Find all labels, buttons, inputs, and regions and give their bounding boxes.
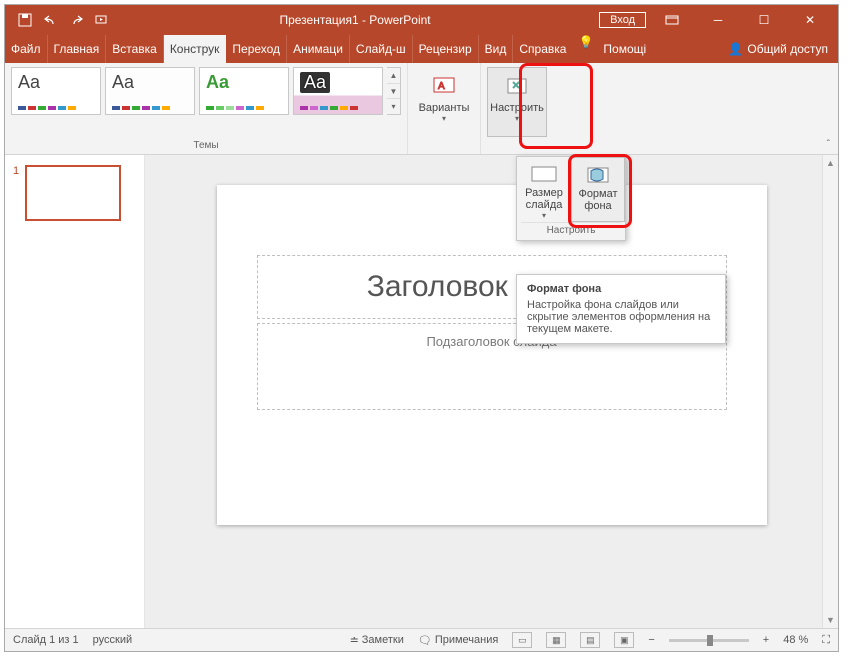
ribbon-tabs: Файл Главная Вставка Конструк Переход Ан… [5, 35, 838, 63]
slide-size-icon [529, 163, 559, 185]
variants-button[interactable]: A Варианты ▾ [414, 67, 474, 137]
tab-review[interactable]: Рецензир [413, 35, 479, 63]
customize-label: Настроить [490, 102, 544, 114]
zoom-slider[interactable] [669, 639, 749, 642]
tell-me-input[interactable]: Помощі [597, 35, 652, 63]
themes-group-label: Темы [193, 140, 218, 151]
theme-item[interactable]: Aa [199, 67, 289, 115]
notes-label: Заметки [362, 634, 404, 646]
title-bar: Презентация1 - PowerPoint Вход ─ ☐ ✕ [5, 5, 838, 35]
tab-design[interactable]: Конструк [164, 35, 227, 63]
slide-thumbnails-pane: 1 [5, 155, 145, 628]
chevron-down-icon: ▾ [515, 114, 519, 123]
language-indicator[interactable]: русский [93, 634, 132, 646]
customize-dropdown: Размер слайда ▾ Формат фона Настроить [516, 156, 626, 241]
share-label: Общий доступ [747, 42, 828, 56]
tab-home[interactable]: Главная [48, 35, 107, 63]
collapse-ribbon-icon[interactable]: ˆ [827, 139, 830, 150]
slide-number: 1 [13, 165, 19, 221]
share-button[interactable]: 👤 Общий доступ [728, 35, 838, 63]
theme-item[interactable]: Aa [11, 67, 101, 115]
tab-slideshow[interactable]: Слайд-ш [350, 35, 413, 63]
zoom-in-button[interactable]: + [763, 634, 769, 646]
tooltip-body: Настройка фона слайдов или скрытие элеме… [527, 299, 715, 335]
chevron-down-icon: ▾ [542, 211, 546, 220]
dropdown-group-label: Настроить [521, 222, 621, 240]
slide-size-label: Размер слайда [519, 187, 569, 211]
minimize-icon[interactable]: ─ [698, 5, 738, 35]
tooltip-title: Формат фона [527, 283, 715, 295]
slide-counter: Слайд 1 из 1 [13, 634, 79, 646]
save-icon[interactable] [17, 12, 33, 28]
zoom-percentage[interactable]: 48 % [783, 634, 808, 646]
status-bar: Слайд 1 из 1 русский ≐Заметки 🗨Примечани… [5, 628, 838, 651]
format-background-label: Формат фона [574, 188, 622, 212]
sorter-view-icon[interactable]: ▦ [546, 632, 566, 648]
tab-view[interactable]: Вид [479, 35, 514, 63]
tab-help[interactable]: Справка [513, 35, 572, 63]
maximize-icon[interactable]: ☐ [744, 5, 784, 35]
slideshow-view-icon[interactable]: ▣ [614, 632, 634, 648]
tab-animations[interactable]: Анимаци [287, 35, 350, 63]
slide-canvas-area: Заголовок слайда Подзаголовок слайда ▲▼ [145, 155, 838, 628]
window-title: Презентация1 - PowerPoint [111, 13, 599, 27]
vertical-scrollbar[interactable]: ▲▼ [822, 155, 838, 628]
customize-button[interactable]: Настроить ▾ [487, 67, 547, 137]
undo-icon[interactable] [43, 12, 59, 28]
tab-insert[interactable]: Вставка [106, 35, 164, 63]
theme-item[interactable]: Aa [293, 67, 383, 115]
comments-icon: 🗨 [418, 634, 432, 647]
customize-group: Настроить ▾ [481, 63, 553, 154]
themes-group: Aa Aa Aa Aa ▲▼▾ Темы [5, 63, 408, 154]
variants-icon: A [430, 74, 458, 98]
slide-size-button[interactable]: Размер слайда ▾ [517, 157, 571, 222]
comments-button[interactable]: 🗨Примечания [418, 634, 498, 647]
notes-icon: ≐ [350, 634, 359, 647]
variants-group: A Варианты ▾ [408, 63, 481, 154]
tab-file[interactable]: Файл [5, 35, 48, 63]
customize-icon [503, 74, 531, 98]
ribbon-display-options-icon[interactable] [652, 5, 692, 35]
slide-canvas[interactable]: Заголовок слайда Подзаголовок слайда [217, 185, 767, 525]
reading-view-icon[interactable]: ▤ [580, 632, 600, 648]
svg-text:A: A [438, 81, 445, 92]
comments-label: Примечания [435, 634, 499, 646]
format-background-icon [583, 164, 613, 186]
tooltip: Формат фона Настройка фона слайдов или с… [516, 274, 726, 344]
sign-in-button[interactable]: Вход [599, 12, 646, 28]
variants-label: Варианты [419, 102, 470, 114]
format-background-button[interactable]: Формат фона [571, 157, 625, 222]
close-icon[interactable]: ✕ [790, 5, 830, 35]
ribbon: Aa Aa Aa Aa ▲▼▾ Темы A Варианты ▾ Настро… [5, 63, 838, 155]
workspace: 1 Заголовок слайда Подзаголовок слайда ▲… [5, 155, 838, 628]
slide-thumbnail[interactable] [25, 165, 121, 221]
theme-item[interactable]: Aa [105, 67, 195, 115]
tab-transitions[interactable]: Переход [226, 35, 287, 63]
chevron-down-icon: ▾ [442, 114, 446, 123]
zoom-out-button[interactable]: − [648, 634, 654, 646]
themes-scroll[interactable]: ▲▼▾ [387, 67, 401, 115]
share-icon: 👤 [728, 42, 743, 56]
lightbulb-icon: 💡 [578, 35, 593, 63]
normal-view-icon[interactable]: ▭ [512, 632, 532, 648]
start-from-beginning-icon[interactable] [95, 12, 111, 28]
fit-to-window-icon[interactable]: ⛶ [822, 634, 830, 647]
redo-icon[interactable] [69, 12, 85, 28]
notes-button[interactable]: ≐Заметки [350, 634, 404, 647]
